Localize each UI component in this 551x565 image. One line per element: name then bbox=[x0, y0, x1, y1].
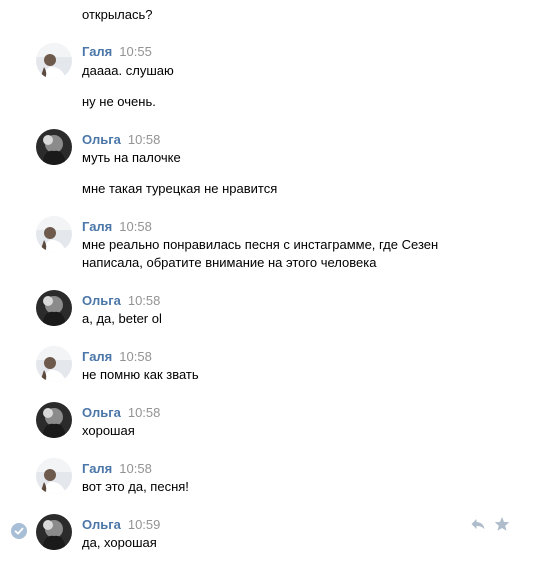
avatar-galya[interactable] bbox=[36, 43, 72, 79]
message-text: мне такая турецкая не нравится bbox=[82, 181, 278, 196]
chat-history: открылась? Галя 10:55 даааа. слушаю ну не… bbox=[0, 0, 551, 565]
avatar-galya[interactable] bbox=[36, 216, 72, 252]
message-text: хорошая bbox=[82, 423, 135, 438]
message-text: ну не очень. bbox=[82, 94, 156, 109]
message-time[interactable]: 10:58 bbox=[128, 293, 161, 308]
message-time[interactable]: 10:58 bbox=[119, 349, 152, 364]
message-text: мне реально понравилась песня с инстагра… bbox=[82, 237, 439, 270]
message-header: Ольга 10:58 bbox=[82, 405, 160, 421]
message-header: Галя 10:55 bbox=[82, 44, 152, 60]
avatar-olga[interactable] bbox=[36, 402, 72, 438]
message-time[interactable]: 10:55 bbox=[119, 44, 152, 59]
message-text: открылась? bbox=[82, 7, 153, 22]
message-time[interactable]: 10:58 bbox=[128, 132, 161, 147]
author-name[interactable]: Галя bbox=[82, 349, 112, 364]
star-icon[interactable] bbox=[494, 516, 510, 532]
message-text: вот это да, песня! bbox=[82, 479, 189, 494]
author-name[interactable]: Ольга bbox=[82, 405, 121, 420]
message-header: Галя 10:58 bbox=[82, 461, 152, 477]
reply-icon[interactable] bbox=[470, 516, 486, 532]
avatar-olga[interactable] bbox=[36, 129, 72, 165]
message-text: а, да, beter ol bbox=[82, 311, 162, 326]
message-header: Ольга 10:58 bbox=[82, 293, 160, 309]
message-time[interactable]: 10:58 bbox=[119, 219, 152, 234]
message-header: Галя 10:58 bbox=[82, 349, 152, 365]
author-name[interactable]: Ольга bbox=[82, 293, 121, 308]
message-time[interactable]: 10:58 bbox=[128, 405, 161, 420]
author-name[interactable]: Галя bbox=[82, 44, 112, 59]
author-name[interactable]: Галя bbox=[82, 461, 112, 476]
message-header: Ольга 10:59 bbox=[82, 517, 160, 533]
message-text: даааа. слушаю bbox=[82, 63, 174, 78]
author-name[interactable]: Ольга bbox=[82, 517, 121, 532]
avatar-olga[interactable] bbox=[36, 290, 72, 326]
check-icon[interactable] bbox=[11, 523, 27, 539]
author-name[interactable]: Галя bbox=[82, 219, 112, 234]
message-time[interactable]: 10:59 bbox=[128, 517, 161, 532]
message-header: Галя 10:58 bbox=[82, 219, 152, 235]
message-text: да, хорошая bbox=[82, 535, 157, 550]
avatar-galya[interactable] bbox=[36, 458, 72, 494]
message-text: не помню как звать bbox=[82, 367, 199, 382]
author-name[interactable]: Ольга bbox=[82, 132, 121, 147]
avatar-galya[interactable] bbox=[36, 346, 72, 382]
avatar-olga[interactable] bbox=[36, 514, 72, 550]
message-time[interactable]: 10:58 bbox=[119, 461, 152, 476]
message-text: муть на палочке bbox=[82, 150, 181, 165]
message-header: Ольга 10:58 bbox=[82, 132, 160, 148]
